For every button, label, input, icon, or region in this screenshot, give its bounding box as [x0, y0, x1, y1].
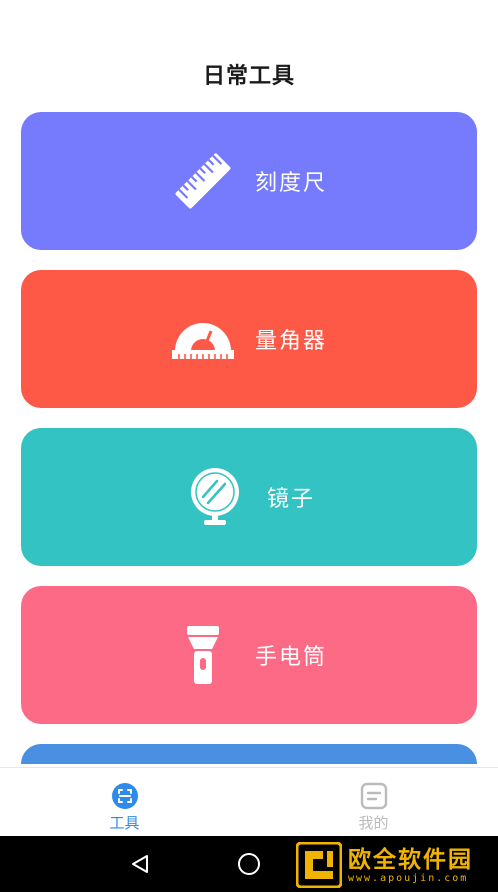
tool-card-label: 手电筒 [254, 645, 327, 670]
profile-doc-icon [360, 782, 388, 810]
tab-mine-label: 我的 [358, 814, 389, 832]
next-tool-card-peek[interactable] [21, 744, 477, 764]
mirror-icon [183, 465, 247, 529]
tools-scan-icon [111, 782, 139, 810]
tool-card-label: 刻度尺 [254, 171, 327, 196]
triangle-back-icon[interactable] [126, 850, 154, 878]
tab-tools[interactable]: 工具 [0, 768, 249, 836]
protractor-icon [171, 307, 235, 371]
tool-card-label: 量角器 [254, 329, 327, 354]
watermark: 欧全软件园 www.apoujin.com [296, 842, 496, 888]
tool-card-flashlight[interactable]: 手电筒 [21, 586, 477, 724]
tool-card-mirror[interactable]: 镜子 [21, 428, 477, 566]
watermark-logo-icon [296, 842, 342, 888]
flashlight-icon [171, 623, 235, 687]
tab-tools-label: 工具 [109, 814, 140, 832]
page-title: 日常工具 [202, 64, 295, 89]
tool-card-ruler[interactable]: 刻度尺 [21, 112, 477, 250]
tool-card-protractor[interactable]: 量角器 [21, 270, 477, 408]
watermark-url: www.apoujin.com [348, 872, 469, 884]
circle-home-icon[interactable] [235, 850, 263, 878]
ruler-icon [171, 149, 235, 213]
bottom-tab-bar: 工具 我的 [0, 767, 498, 836]
watermark-text: 欧全软件园 [348, 846, 473, 873]
tool-card-label: 镜子 [266, 487, 315, 512]
tab-mine[interactable]: 我的 [249, 768, 498, 836]
